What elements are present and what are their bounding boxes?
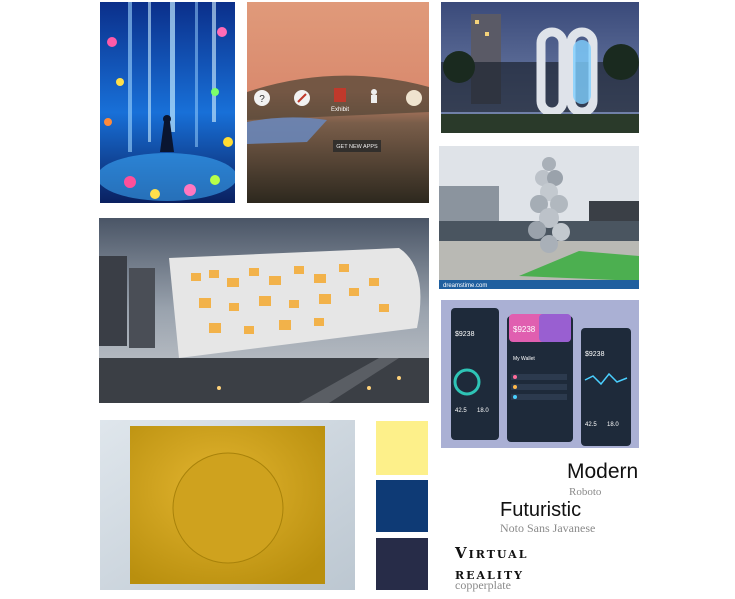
type-modern-font: Roboto bbox=[569, 486, 602, 498]
svg-text:$9238: $9238 bbox=[513, 325, 536, 334]
palette-swatch-navy-blue bbox=[376, 480, 428, 532]
svg-text:GET NEW APPS: GET NEW APPS bbox=[336, 144, 378, 150]
modern-library-building-image bbox=[99, 218, 429, 403]
svg-text:18.0: 18.0 bbox=[607, 422, 619, 428]
oval-sculpture-night-image bbox=[441, 2, 639, 133]
svg-text:?: ? bbox=[259, 94, 265, 105]
palette-swatch-dark-slate bbox=[376, 538, 428, 590]
watermark-caption: dreamstime.com bbox=[443, 283, 487, 289]
svg-text:My Wallet: My Wallet bbox=[513, 356, 535, 362]
svg-text:42.5: 42.5 bbox=[585, 422, 597, 428]
svg-text:18.0: 18.0 bbox=[477, 408, 489, 414]
yellow-circle-painting-image bbox=[100, 420, 355, 590]
wallet-app-mockup-image: $9238 $9238 $9238 My Wallet 42.5 18.0 42… bbox=[441, 300, 639, 448]
type-vr-font: copperplate bbox=[455, 578, 511, 592]
svg-text:$9238: $9238 bbox=[585, 351, 605, 358]
vr-home-screen-image: ? Exhibit GET NEW APPS bbox=[247, 2, 429, 203]
type-modern-label: Modern bbox=[567, 460, 639, 483]
vr-exhibit-label: Exhibit bbox=[331, 107, 349, 113]
svg-text:42.5: 42.5 bbox=[455, 408, 467, 414]
type-futuristic-font: Noto Sans Javanese bbox=[500, 521, 596, 535]
steel-sphere-sculpture-image: dreamstime.com bbox=[439, 146, 639, 289]
type-futuristic-label: Futuristic bbox=[500, 499, 582, 521]
palette-swatch-light-yellow bbox=[376, 421, 428, 475]
digital-art-waterfall-image bbox=[100, 2, 235, 203]
svg-text:$9238: $9238 bbox=[455, 331, 475, 338]
